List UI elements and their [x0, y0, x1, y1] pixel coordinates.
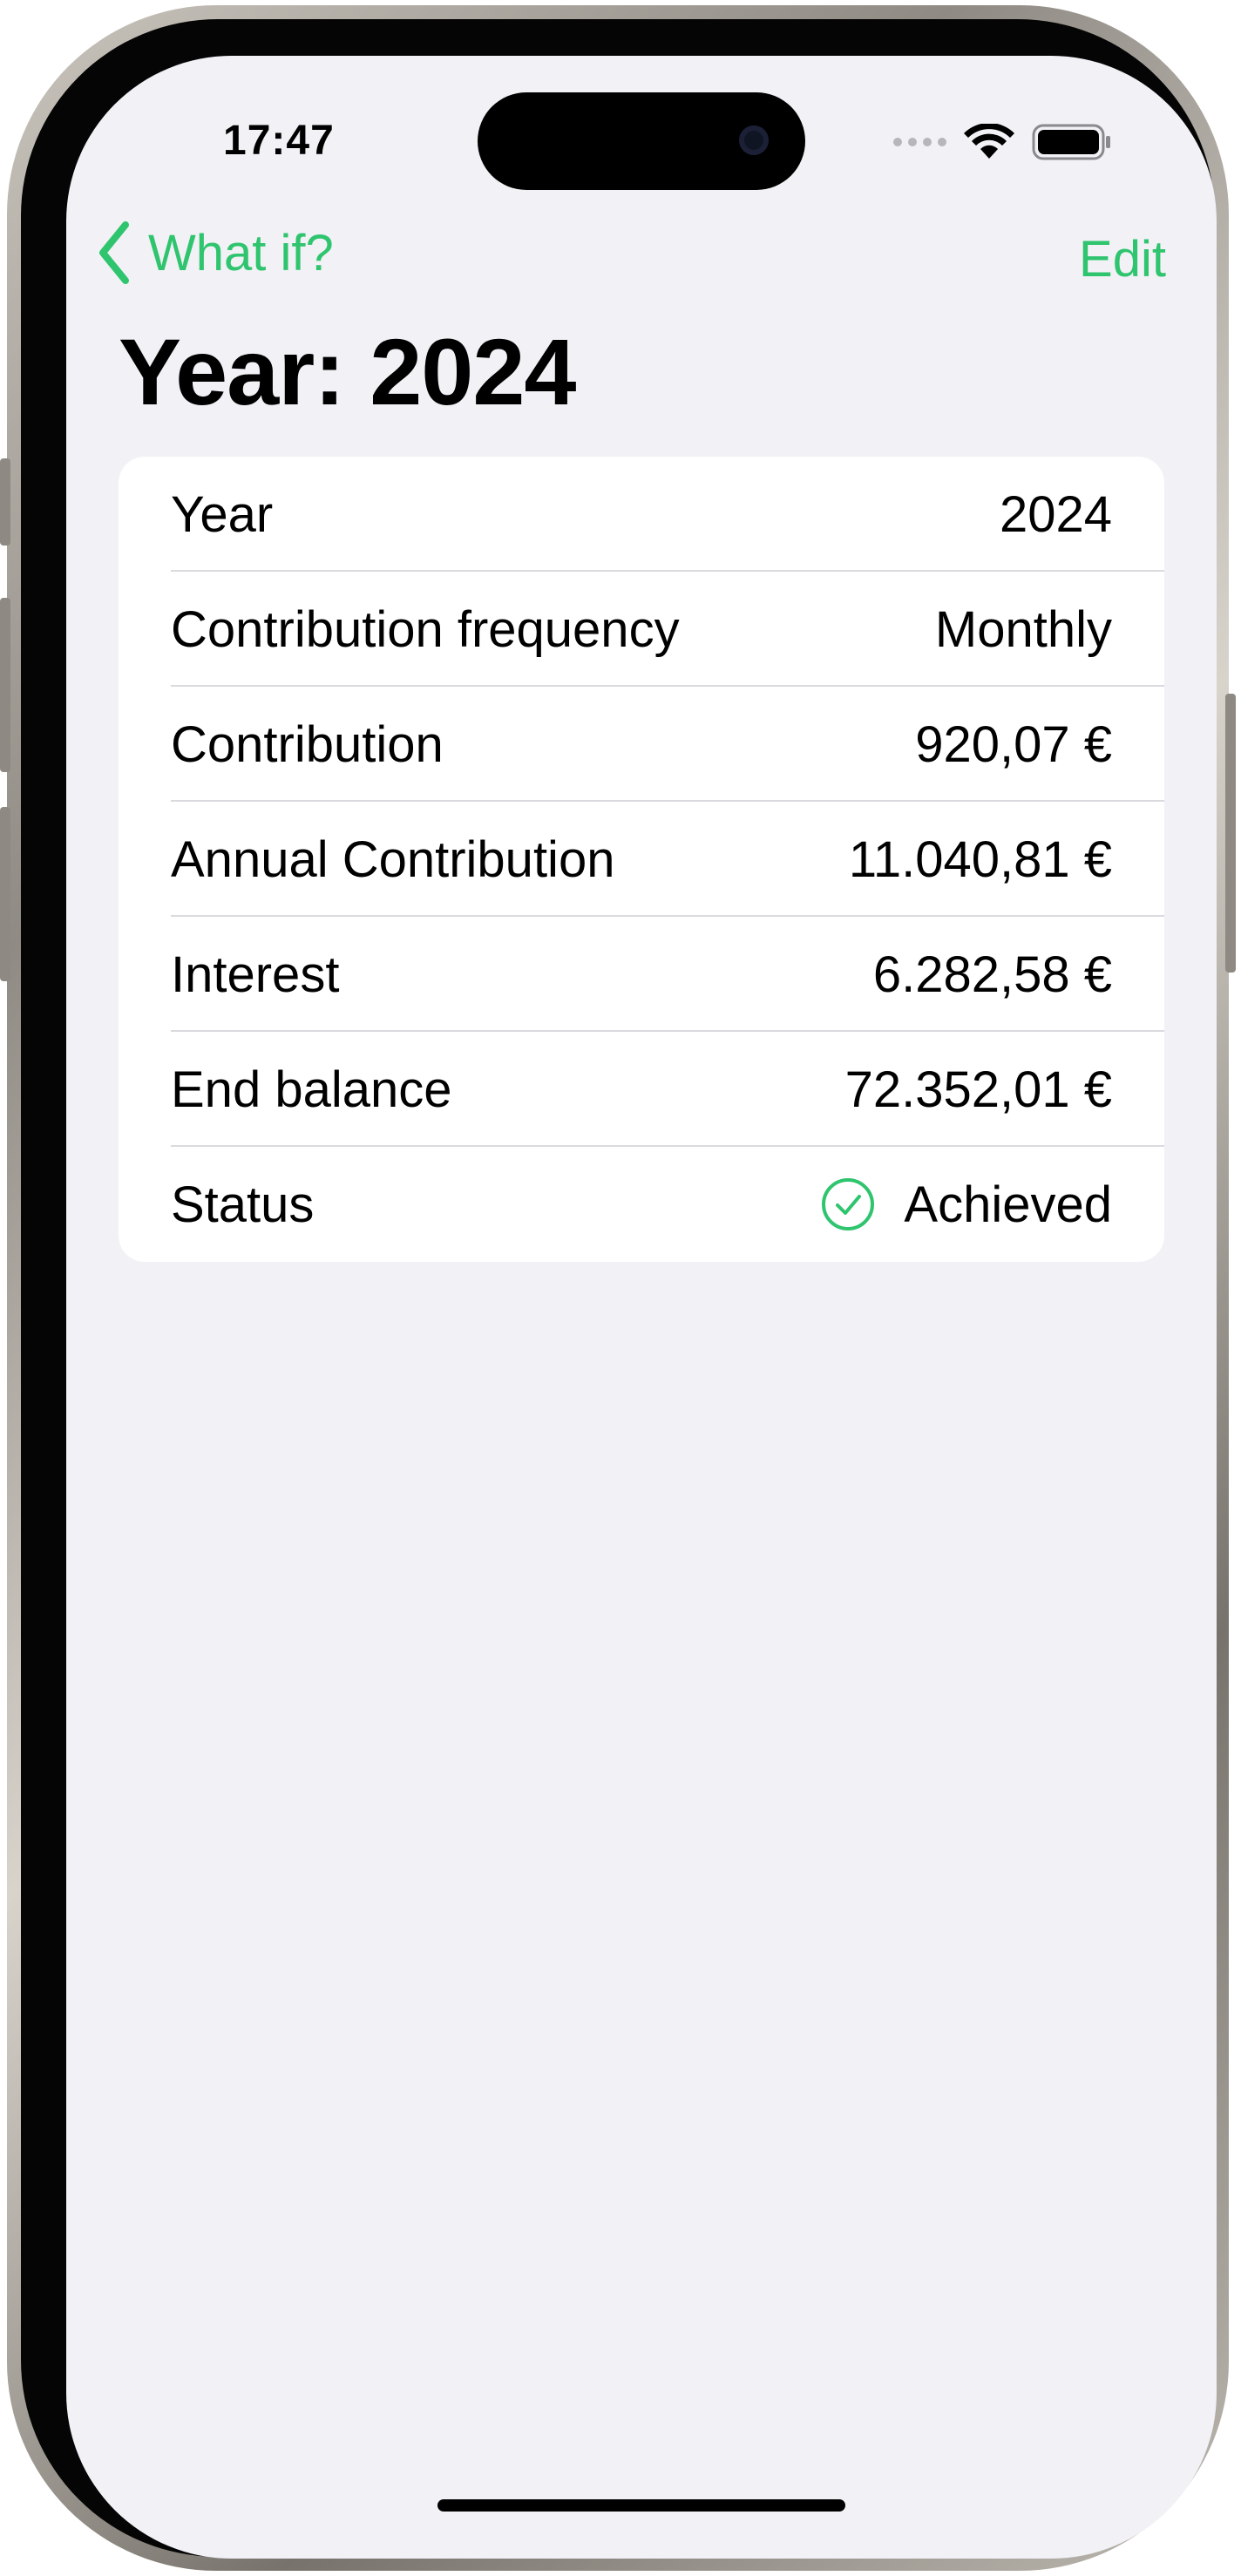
screen: 17:47 What if? Edit Year: 2024 Year 2024…	[66, 56, 1217, 2559]
detail-label: Status	[171, 1176, 315, 1233]
detail-label: Contribution	[171, 715, 444, 773]
detail-row-status: Status Achieved	[119, 1147, 1164, 1262]
battery-icon	[1032, 124, 1110, 160]
detail-row-annual-contribution: Annual Contribution 11.040,81 €	[119, 802, 1164, 917]
detail-row-interest: Interest 6.282,58 €	[119, 917, 1164, 1032]
action-button	[0, 458, 10, 546]
status-value: Achieved	[820, 1176, 1112, 1234]
details-card: Year 2024 Contribution frequency Monthly…	[119, 457, 1164, 1262]
detail-label: Contribution frequency	[171, 600, 680, 658]
status-text: Achieved	[904, 1176, 1112, 1233]
detail-row-contribution: Contribution 920,07 €	[119, 687, 1164, 802]
checkmark-circle-icon	[822, 1178, 875, 1230]
detail-value: Monthly	[934, 600, 1112, 658]
detail-value: 11.040,81 €	[848, 830, 1112, 888]
phone-bezel: 17:47 What if? Edit Year: 2024 Year 2024…	[21, 19, 1217, 2559]
dynamic-island	[478, 92, 805, 190]
camera-icon	[739, 125, 769, 155]
home-indicator[interactable]	[437, 2499, 845, 2512]
detail-value: 6.282,58 €	[872, 946, 1112, 1003]
detail-value: 920,07 €	[915, 715, 1112, 773]
detail-label: End balance	[171, 1061, 452, 1118]
detail-label: Year	[171, 485, 274, 543]
chevron-left-icon	[99, 221, 129, 284]
power-button	[1225, 694, 1236, 973]
phone-frame: 17:47 What if? Edit Year: 2024 Year 2024…	[0, 5, 1236, 2571]
detail-label: Interest	[171, 946, 340, 1003]
detail-label: Annual Contribution	[171, 830, 615, 888]
back-button-label: What if?	[148, 224, 334, 281]
wifi-icon	[964, 124, 1014, 159]
detail-value: 2024	[999, 485, 1112, 543]
cellular-signal-icon	[893, 138, 946, 146]
detail-row-end-balance: End balance 72.352,01 €	[119, 1032, 1164, 1147]
detail-row-year: Year 2024	[119, 457, 1164, 572]
detail-row-contribution-frequency: Contribution frequency Monthly	[119, 572, 1164, 687]
volume-down-button	[0, 807, 10, 981]
volume-up-button	[0, 598, 10, 772]
page-title: Year: 2024	[119, 319, 576, 424]
status-time: 17:47	[223, 118, 335, 164]
detail-value: 72.352,01 €	[844, 1061, 1112, 1118]
edit-button[interactable]: Edit	[1079, 230, 1166, 288]
status-icons	[893, 124, 1112, 160]
back-button[interactable]: What if?	[98, 221, 334, 284]
